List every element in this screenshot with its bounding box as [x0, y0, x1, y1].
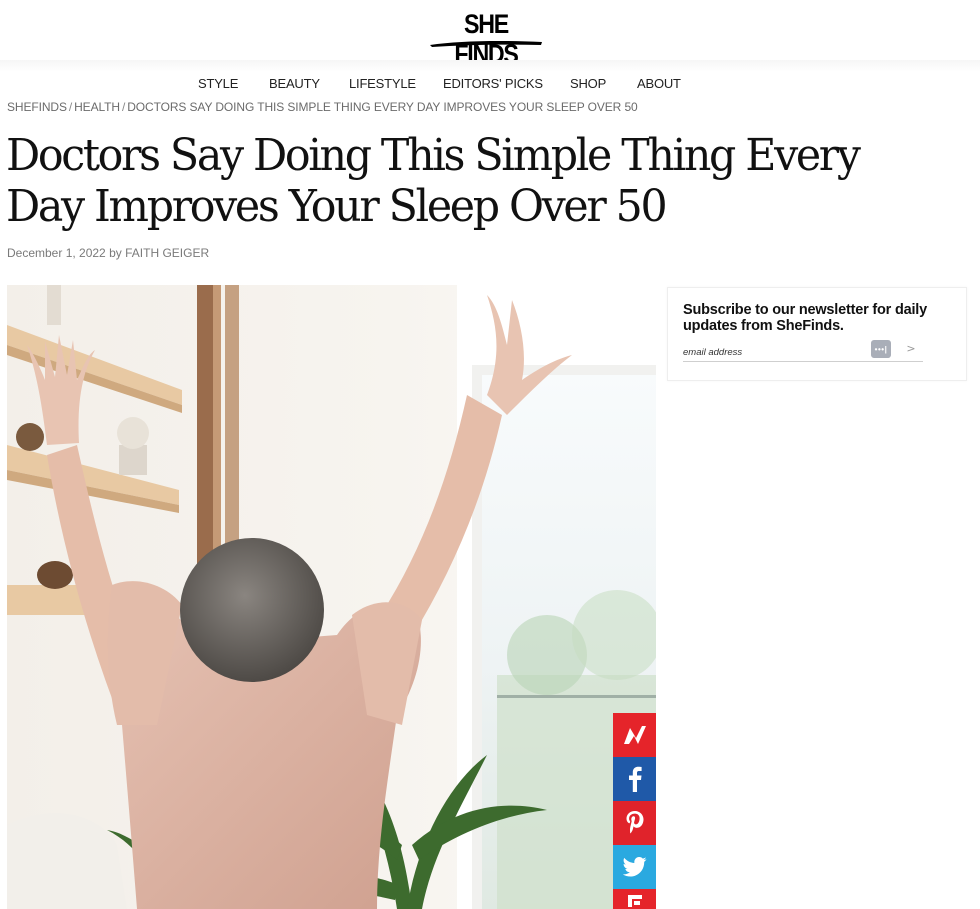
main-nav: STYLE BEAUTY LIFESTYLE EDITORS' PICKS SH…	[0, 76, 980, 94]
twitter-icon	[622, 857, 646, 877]
breadcrumb-health[interactable]: HEALTH	[74, 100, 120, 114]
facebook-icon	[628, 766, 642, 792]
woman-stretching-photo	[7, 285, 656, 909]
newsletter-submit-button[interactable]: >	[904, 342, 918, 356]
facebook-share-button[interactable]	[613, 757, 656, 801]
article-author[interactable]: FAITH GEIGER	[125, 246, 209, 260]
article-date: December 1, 2022	[7, 246, 106, 260]
pinterest-share-button[interactable]	[613, 801, 656, 845]
twitter-share-button[interactable]	[613, 845, 656, 889]
site-header: SHE FINDS	[0, 0, 980, 69]
nav-band	[0, 60, 980, 72]
nav-item-beauty[interactable]: BEAUTY	[269, 76, 320, 91]
byline-by: by	[109, 246, 122, 260]
flipboard-more-share-button[interactable]	[613, 889, 656, 909]
breadcrumb-current[interactable]: DOCTORS SAY DOING THIS SIMPLE THING EVER…	[127, 100, 638, 114]
newsletter-signup: Subscribe to our newsletter for daily up…	[667, 287, 967, 381]
nav-item-style[interactable]: STYLE	[198, 76, 238, 91]
more-share-icon	[627, 895, 642, 907]
breadcrumb-home[interactable]: SHEFINDS	[7, 100, 67, 114]
flipboard-share-button[interactable]	[613, 713, 656, 757]
password-manager-key-icon[interactable]: •••|	[871, 340, 891, 358]
article-byline: December 1, 2022 by FAITH GEIGER	[7, 246, 209, 260]
newsletter-heading: Subscribe to our newsletter for daily up…	[683, 302, 927, 334]
logo-underline-swash	[430, 41, 542, 47]
nav-item-lifestyle[interactable]: LIFESTYLE	[349, 76, 416, 91]
hero-image	[7, 285, 656, 909]
nav-item-shop[interactable]: SHOP	[570, 76, 606, 91]
share-rail	[613, 713, 656, 909]
article-title: Doctors Say Doing This Simple Thing Ever…	[6, 130, 861, 232]
breadcrumb: SHEFINDS / HEALTH / DOCTORS SAY DOING THIS S…	[7, 100, 638, 114]
shefinds-logo[interactable]: SHE FINDS	[426, 9, 546, 69]
pinterest-icon	[626, 811, 643, 834]
nav-item-about[interactable]: ABOUT	[637, 76, 681, 91]
flipboard-icon	[623, 726, 646, 744]
nav-item-editors-picks[interactable]: EDITORS' PICKS	[443, 76, 543, 91]
